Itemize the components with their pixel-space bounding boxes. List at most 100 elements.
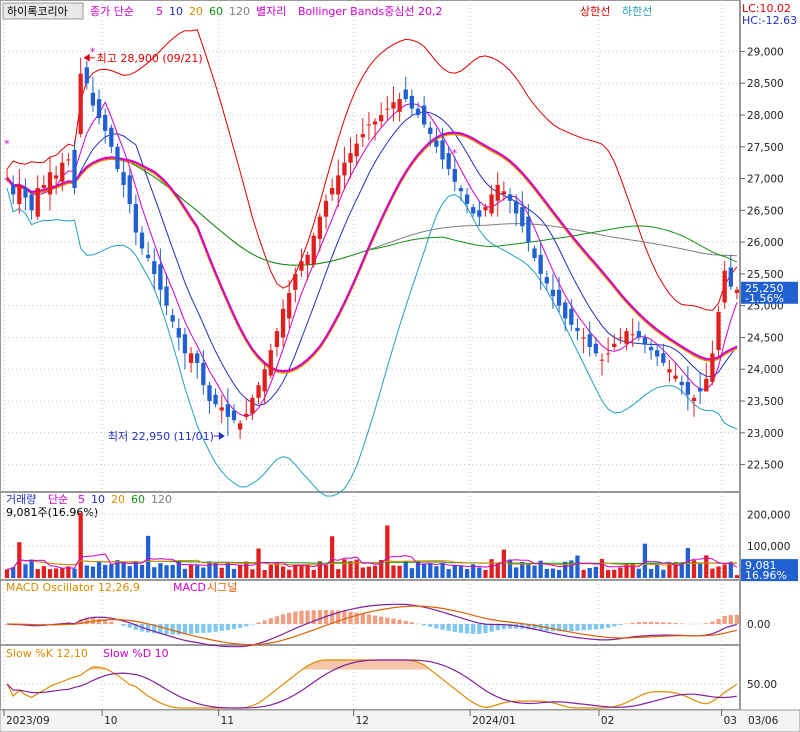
candle-body — [507, 194, 513, 201]
macd-oscillator-bar — [710, 621, 715, 624]
volume-bar — [734, 575, 740, 578]
macd-oscillator-bar — [704, 623, 709, 624]
candle-body — [115, 146, 120, 170]
macd-oscillator-bar — [317, 610, 323, 624]
macd-oscillator-bar — [329, 610, 335, 624]
macd-oscillator-bar — [673, 622, 678, 624]
macd-oscillator-bar — [231, 624, 237, 629]
volume-bar — [23, 564, 28, 578]
header-legend-item: 20 — [189, 5, 203, 18]
volume-bar — [195, 565, 200, 578]
volume-bar — [446, 569, 451, 578]
candle-body — [293, 273, 298, 290]
candle-body — [710, 353, 715, 382]
candle-body — [685, 381, 691, 395]
candle-body — [648, 346, 654, 351]
volume-bar — [35, 569, 40, 578]
volume-bar — [397, 565, 402, 578]
header-legend-item: 별자리 — [256, 5, 286, 18]
constellation-marker: * — [90, 45, 96, 58]
volume-bar — [428, 563, 433, 578]
candle-body — [287, 292, 292, 319]
macd-oscillator-bar — [121, 624, 126, 626]
volume-bar — [244, 561, 249, 578]
x-axis-label: 2024/01 — [472, 715, 516, 727]
candle-body — [195, 353, 200, 363]
candle-body — [452, 169, 457, 182]
macd-oscillator-bar — [287, 612, 292, 624]
candle-body — [366, 124, 372, 126]
macd-tick-label: 0.00 — [747, 619, 770, 631]
candle-body — [311, 235, 316, 265]
candle-body — [581, 337, 586, 339]
macd-oscillator-bar — [452, 624, 457, 633]
constellation-marker: * — [4, 138, 10, 151]
volume-bar — [237, 564, 243, 578]
low-annotation: 최저 22,950 (11/01) — [108, 430, 214, 443]
candle-body — [667, 369, 672, 373]
volume-bar — [421, 563, 427, 578]
stoch-legend-item: Slow %D 10 — [103, 647, 169, 660]
macd-oscillator-bar — [127, 624, 132, 628]
volume-bar — [127, 566, 132, 578]
candle-body — [139, 232, 145, 249]
volume-bar — [84, 565, 89, 578]
macd-oscillator-bar — [244, 624, 249, 627]
volume-bar — [642, 543, 648, 578]
price-tick-label: 23,000 — [747, 428, 784, 440]
volume-bar — [158, 563, 163, 578]
volume-bar — [550, 568, 556, 578]
macd-oscillator-bar — [421, 624, 427, 626]
stock-title: 하이록코리아 — [7, 4, 68, 18]
macd-oscillator-bar — [593, 624, 599, 630]
macd-oscillator-bar — [145, 624, 151, 633]
price-tick-label: 24,500 — [747, 332, 784, 344]
candle-body — [483, 207, 488, 211]
price-tick-label: 22,500 — [747, 460, 784, 472]
volume-legend-item: 120 — [151, 493, 172, 506]
candle-body — [471, 207, 476, 214]
volume-bar — [581, 569, 586, 578]
volume-bar — [139, 564, 145, 578]
macd-oscillator-bar — [397, 619, 402, 624]
volume-bar — [526, 562, 531, 578]
volume-bar — [145, 535, 151, 578]
candle-body — [78, 73, 83, 135]
candle-body — [636, 331, 641, 338]
high-annotation: 최고 28,900 (09/21) — [97, 52, 203, 65]
candle-body — [397, 99, 402, 112]
candle-body — [403, 89, 408, 100]
header-legend-item: 120 — [229, 5, 250, 18]
candle-body — [563, 302, 568, 319]
candle-body — [35, 188, 40, 217]
volume-bar — [697, 562, 703, 578]
candle-body — [501, 191, 507, 195]
header-legend-item: 60 — [209, 5, 223, 18]
candle-body — [11, 184, 16, 195]
macd-oscillator-bar — [409, 622, 415, 624]
volume-bar — [464, 569, 470, 578]
candle-body — [176, 327, 181, 338]
candle-body — [127, 175, 132, 204]
macd-oscillator-bar — [722, 615, 727, 624]
candle-body — [434, 140, 439, 147]
volume-tick-label: 200,000 — [747, 509, 790, 521]
volume-bar — [556, 569, 562, 578]
candle-body — [323, 200, 329, 217]
price-tick-label: 29,000 — [747, 46, 784, 58]
volume-bar — [636, 568, 641, 578]
candle-body — [421, 105, 427, 125]
macd-oscillator-bar — [477, 624, 482, 634]
macd-oscillator-bar — [274, 616, 280, 624]
volume-bar — [575, 555, 580, 578]
x-axis-bar — [0, 709, 800, 732]
candle-body — [23, 188, 28, 198]
candle-body — [244, 413, 249, 417]
volume-bar — [4, 569, 10, 578]
candle-body — [538, 254, 543, 274]
price-tick-label: 27,000 — [747, 174, 784, 186]
candle-body — [41, 184, 47, 189]
volume-bar — [366, 566, 372, 578]
volume-bar — [188, 564, 194, 578]
candle-body — [391, 102, 396, 109]
